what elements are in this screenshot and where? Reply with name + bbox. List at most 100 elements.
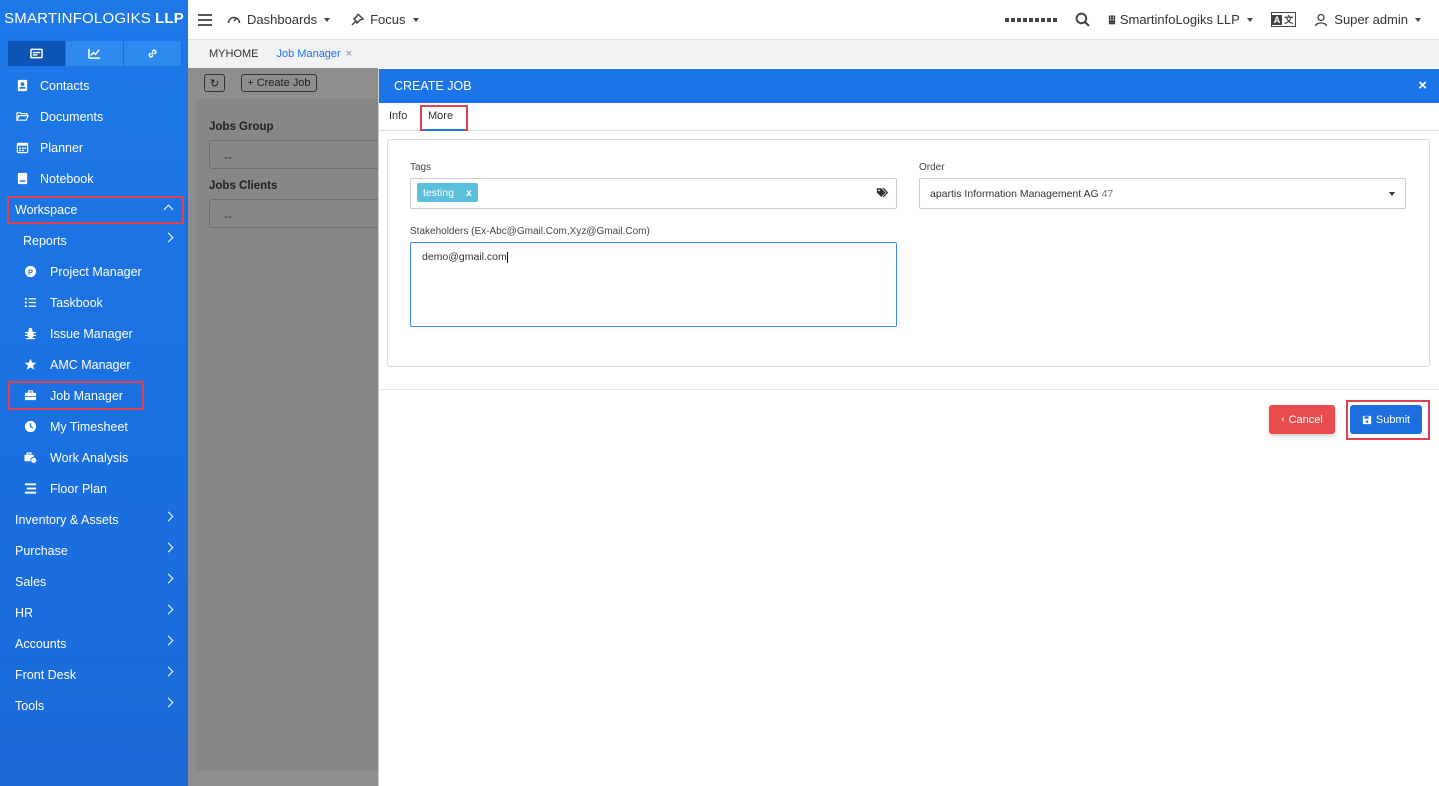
sidebar-item-front-desk[interactable]: Front Desk [0, 659, 188, 690]
sidebar-item-label: Tools [15, 698, 45, 713]
brand-logo[interactable]: SMARTINFOLOGIKS LLP [0, 0, 188, 37]
sidebar-item-amc-manager[interactable]: AMC Manager [0, 349, 188, 380]
create-job-button[interactable]: + Create Job [241, 74, 317, 92]
contact-card-icon [15, 79, 29, 93]
project-p-icon: P [23, 265, 37, 279]
sidebar-item-label: Sales [15, 574, 47, 589]
sidebar-item-label: My Timesheet [50, 419, 128, 434]
submit-button[interactable]: Submit [1350, 405, 1422, 434]
apps-grid-icon[interactable] [1004, 17, 1057, 22]
floor-plan-icon [23, 482, 37, 496]
sidebar-item-label: Documents [40, 109, 104, 124]
tab-info[interactable]: Info [389, 110, 407, 122]
tags-input[interactable]: testing x [410, 178, 897, 209]
sidebar-item-reports[interactable]: Reports [0, 225, 188, 256]
user-menu[interactable]: Super admin [1314, 12, 1421, 27]
language-icon[interactable]: A文 [1270, 12, 1297, 27]
refresh-button[interactable]: ↻ [204, 74, 226, 92]
hamburger-menu-icon[interactable] [198, 11, 212, 29]
order-number: 47 [1101, 188, 1114, 200]
sidebar-item-job-manager[interactable]: Job Manager [0, 380, 188, 411]
chevron-up-icon [163, 204, 174, 215]
sidebar-item-issue-manager[interactable]: Issue Manager [0, 318, 188, 349]
chevron-right-icon [163, 635, 174, 646]
sidebar-item-project-manager[interactable]: P Project Manager [0, 256, 188, 287]
sidebar-tab-menu[interactable] [8, 41, 66, 66]
tag-remove-icon[interactable]: x [466, 187, 472, 199]
jobs-group-select[interactable]: -- [209, 140, 389, 169]
chevron-right-icon [163, 697, 174, 708]
stakeholders-label: Stakeholders (Ex-Abc@Gmail.Com,Xyz@Gmail… [410, 226, 650, 237]
close-icon[interactable]: × [1418, 77, 1427, 94]
cancel-button[interactable]: ‹ Cancel [1269, 405, 1335, 434]
tab-more[interactable]: More [428, 110, 453, 122]
sidebar-item-notebook[interactable]: Notebook [0, 163, 188, 194]
tags-icon [876, 187, 889, 198]
sidebar-item-label: Notebook [40, 171, 94, 186]
stakeholders-value: demo@gmail.com [422, 251, 507, 263]
sidebar-item-label: Purchase [15, 543, 68, 558]
clock-icon [23, 420, 37, 434]
top-bar: Dashboards Focus SmartinfoLogiks LLP A文 … [188, 0, 1439, 40]
brand-suffix: LLP [154, 10, 184, 27]
sidebar-item-workspace[interactable]: Workspace [0, 194, 188, 225]
refresh-icon: ↻ [210, 77, 220, 90]
jobs-clients-select[interactable]: -- [209, 199, 389, 228]
sidebar-item-inventory-assets[interactable]: Inventory & Assets [0, 504, 188, 535]
tag-text: testing [423, 186, 454, 199]
company-switcher[interactable]: SmartinfoLogiks LLP [1108, 12, 1253, 27]
job-manager-backdrop: ↻ + Create Job Jobs Group -- Jobs Client… [188, 68, 389, 786]
order-select[interactable]: apartis Information Management AG 47 [919, 178, 1406, 209]
task-list-icon [23, 296, 37, 310]
sidebar-item-work-analysis[interactable]: Work Analysis [0, 442, 188, 473]
sidebar-item-sales[interactable]: Sales [0, 566, 188, 597]
dashboards-menu[interactable]: Dashboards [227, 12, 331, 27]
sidebar-item-my-timesheet[interactable]: My Timesheet [0, 411, 188, 442]
sidebar-item-taskbook[interactable]: Taskbook [0, 287, 188, 318]
chevron-right-icon [163, 604, 174, 615]
sidebar-item-documents[interactable]: Documents [0, 101, 188, 132]
caret-down-icon [412, 17, 419, 22]
sidebar-item-label: Contacts [40, 78, 90, 93]
stakeholders-textarea[interactable]: demo@gmail.com [410, 242, 897, 327]
sidebar-item-label: Inventory & Assets [15, 512, 119, 527]
sidebar-item-label: Job Manager [50, 388, 123, 403]
sidebar-item-contacts[interactable]: Contacts [0, 70, 188, 101]
sidebar-item-floor-plan[interactable]: Floor Plan [0, 473, 188, 504]
focus-menu[interactable]: Focus [350, 12, 419, 27]
sidebar-item-hr[interactable]: HR [0, 597, 188, 628]
calendar-icon [15, 141, 29, 155]
caret-down-icon [1389, 192, 1395, 196]
breadcrumb-job-manager-tab[interactable]: Job Manager × [277, 48, 353, 60]
sidebar-item-label: Work Analysis [50, 450, 129, 465]
submit-label: Submit [1375, 413, 1411, 426]
sidebar-item-label: Workspace [15, 202, 78, 217]
user-name: Super admin [1334, 12, 1408, 27]
briefcase-clock-icon [23, 451, 37, 465]
create-job-modal: CREATE JOB × Info More Tags testing x Or… [378, 69, 1439, 786]
sidebar-tab-charts[interactable] [66, 41, 124, 66]
sidebar-item-accounts[interactable]: Accounts [0, 628, 188, 659]
chevron-right-icon [163, 232, 174, 243]
sidebar-item-label: Taskbook [50, 295, 103, 310]
breadcrumb: MYHOME Job Manager × [188, 40, 1439, 68]
sidebar-item-planner[interactable]: Planner [0, 132, 188, 163]
dashboards-label: Dashboards [247, 12, 318, 27]
sidebar-item-purchase[interactable]: Purchase [0, 535, 188, 566]
svg-text:P: P [28, 267, 33, 276]
sidebar-item-label: AMC Manager [50, 357, 131, 372]
caret-down-icon [324, 17, 331, 22]
folder-open-icon [15, 110, 29, 124]
close-tab-icon[interactable]: × [346, 48, 352, 60]
active-tab-indicator [424, 129, 464, 131]
filter-panel: Jobs Group -- Jobs Clients -- [196, 99, 389, 771]
chevron-right-icon [163, 666, 174, 677]
sidebar-tab-links[interactable] [124, 41, 182, 66]
sidebar-item-label: Front Desk [15, 667, 77, 682]
text-cursor [506, 251, 508, 263]
search-icon[interactable] [1075, 12, 1090, 27]
modal-tabs: Info More [379, 103, 1439, 131]
star-icon [23, 358, 37, 372]
sidebar-item-tools[interactable]: Tools [0, 690, 188, 721]
breadcrumb-home[interactable]: MYHOME [209, 48, 259, 60]
